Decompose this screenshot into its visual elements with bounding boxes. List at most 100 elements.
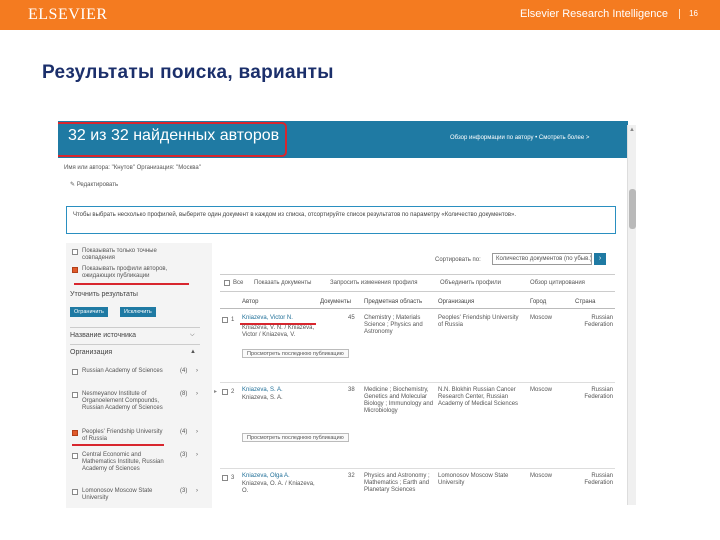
exclude-button[interactable]: Исключить	[120, 307, 156, 317]
brand-name: Elsevier Research Intelligence	[520, 8, 668, 20]
affiliation-checkbox[interactable]	[72, 392, 78, 398]
row-checkbox[interactable]	[222, 389, 228, 395]
city: Moscow	[530, 473, 553, 479]
request-merge-link[interactable]: Объединить профили	[440, 280, 501, 286]
exact-match-label: Показывать только точные совпадения	[82, 248, 157, 261]
column-country[interactable]: Страна	[575, 299, 595, 305]
view-recent-publication-button[interactable]: Просмотреть последнюю публикацию	[242, 433, 349, 442]
city: Moscow	[530, 315, 553, 321]
affiliation-checkbox[interactable]	[72, 369, 78, 375]
affiliation-option-label: Peoples' Friendship University of Russia	[82, 429, 163, 442]
country: Russian Federation	[584, 387, 613, 400]
show-documents-link[interactable]: Показать документы	[254, 280, 311, 286]
affiliation-name: N.N. Blokhin Russian Cancer Research Cen…	[438, 387, 519, 407]
country: Russian Federation	[584, 473, 613, 486]
chevron-right-icon[interactable]: ›	[196, 368, 198, 374]
affiliation-option-label: Nesmeyanov Institute of Organoelement Co…	[82, 391, 163, 411]
column-city[interactable]: Город	[530, 299, 546, 305]
search-query-breadcrumb: Имя или автора: "Кнутов" Организация: "М…	[64, 165, 201, 171]
results-header-bar: 32 из 32 найденных авторов Обзор информа…	[58, 121, 628, 158]
chevron-right-icon[interactable]: ›	[196, 391, 198, 397]
chevron-right-icon[interactable]: ›	[196, 452, 198, 458]
row-checkbox[interactable]	[222, 317, 228, 323]
author-name-link[interactable]: Kniazeva, S. A.	[242, 387, 316, 394]
sort-select[interactable]: Количество документов (по убыв.)	[492, 253, 592, 265]
pending-profiles-label: Показывать профили авторов, ожидающих пу…	[82, 266, 168, 279]
chevron-right-icon: ›	[598, 255, 602, 262]
affiliation-option-label: Central Economic and Mathematics Institu…	[82, 452, 164, 472]
pending-profiles-checkbox[interactable]	[72, 267, 78, 273]
limit-button[interactable]: Ограничить	[70, 307, 108, 317]
scroll-up-arrow-icon[interactable]: ▲	[629, 127, 635, 133]
highlight-underline	[74, 283, 189, 285]
select-all-checkbox[interactable]	[224, 280, 230, 286]
highlight-box	[58, 122, 287, 157]
results-table-header: Автор Документы Предметная область Орган…	[220, 295, 615, 309]
affiliation-count: (3)	[180, 452, 188, 458]
source-title-filter-label[interactable]: Название источника	[70, 332, 136, 339]
table-row: 3 Kniazeva, Olga A. Kniazeva, O. A. / Kn…	[220, 469, 615, 508]
author-name-link[interactable]: Kniazeva, Olga A.	[242, 473, 316, 480]
table-row: ▸ 2 Kniazeva, S. A. Kniazeva, S. A. 38 M…	[214, 383, 615, 469]
affiliation-filter-label[interactable]: Организация	[70, 349, 112, 356]
affiliation-name: Lomonosov Moscow State University	[438, 473, 509, 486]
exact-match-checkbox[interactable]	[72, 249, 78, 255]
city: Moscow	[530, 387, 553, 393]
column-documents[interactable]: Документы	[320, 299, 351, 305]
country: Russian Federation	[584, 315, 613, 328]
edit-search-link[interactable]: ✎ Редактировать	[70, 181, 118, 188]
compare-authors-link[interactable]: Обзор информации по автору • Смотреть бо…	[450, 135, 589, 141]
page-number: 16	[689, 9, 698, 18]
sort-label: Сортировать по:	[435, 257, 481, 263]
table-row: 1 Kniazeva, Victor N. Kniazeva, V. N. / …	[220, 311, 615, 383]
feedback-link[interactable]: Запросить изменения профиля	[330, 280, 418, 286]
subject-areas: Chemistry ; Materials Science ; Physics …	[364, 315, 423, 335]
refine-results-label: Уточнить результаты	[70, 291, 138, 298]
header-divider	[679, 9, 680, 19]
select-all-label[interactable]: Все	[233, 280, 243, 286]
author-alt-names: Kniazeva, S. A.	[242, 395, 283, 401]
affiliation-count: (3)	[180, 488, 188, 494]
row-number: 2	[231, 389, 235, 395]
affiliation-count: (4)	[180, 368, 188, 374]
affiliation-checkbox-checked[interactable]	[72, 430, 78, 436]
filter-panel: Показывать только точные совпадения Пока…	[66, 243, 212, 508]
chevron-right-icon[interactable]: ›	[196, 488, 198, 494]
slide-title: Результаты поиска, варианты	[42, 62, 334, 83]
author-name-link[interactable]: Kniazeva, Victor N.	[242, 315, 316, 322]
scrollbar-thumb[interactable]	[629, 189, 636, 229]
info-notice-text: Чтобы выбрать несколько профилей, выбери…	[73, 212, 517, 218]
slide-header-bar: ELSEVIER Elsevier Research Intelligence …	[0, 0, 720, 30]
chevron-down-icon[interactable]: ⌵	[190, 332, 195, 339]
filter-divider	[70, 327, 200, 328]
expand-arrow-icon[interactable]: ▸	[214, 388, 217, 395]
search-results-screenshot: 32 из 32 найденных авторов Обзор информа…	[58, 121, 638, 508]
affiliation-checkbox[interactable]	[72, 489, 78, 495]
affiliation-checkbox[interactable]	[72, 453, 78, 459]
column-affiliation[interactable]: Организация	[438, 299, 474, 305]
chevron-right-icon[interactable]: ›	[196, 429, 198, 435]
filter-divider	[70, 344, 200, 345]
row-number: 1	[231, 317, 235, 323]
row-checkbox[interactable]	[222, 475, 228, 481]
view-recent-publication-button[interactable]: Просмотреть последнюю публикацию	[242, 349, 349, 358]
document-count[interactable]: 45	[348, 315, 355, 322]
affiliation-name: Peoples' Friendship University of Russia	[438, 315, 519, 328]
affiliation-option-label: Russian Academy of Sciences	[82, 368, 163, 374]
chevron-up-icon[interactable]: ▲	[190, 349, 196, 355]
column-author[interactable]: Автор	[242, 299, 258, 305]
subject-areas: Medicine ; Biochemistry, Genetics and Mo…	[364, 387, 434, 414]
subject-areas: Physics and Astronomy ; Mathematics ; Ea…	[364, 473, 430, 493]
document-count[interactable]: 32	[348, 473, 355, 480]
affiliation-count: (8)	[180, 391, 188, 397]
view-citation-link[interactable]: Обзор цитирования	[530, 280, 585, 286]
info-notice: Чтобы выбрать несколько профилей, выбери…	[66, 206, 616, 234]
column-subject[interactable]: Предметная область	[364, 299, 422, 305]
author-alt-names: Kniazeva, V. N. / Kniazeva, Victor / Kni…	[242, 325, 315, 338]
vertical-scrollbar[interactable]: ▲	[627, 125, 636, 505]
author-alt-names: Kniazeva, O. A. / Kniazeva, O.	[242, 481, 315, 494]
sort-apply-button[interactable]: ›	[594, 253, 606, 265]
highlight-underline	[72, 444, 164, 446]
document-count[interactable]: 38	[348, 387, 355, 394]
results-toolbar: Все Показать документы Запросить изменен…	[220, 274, 615, 292]
